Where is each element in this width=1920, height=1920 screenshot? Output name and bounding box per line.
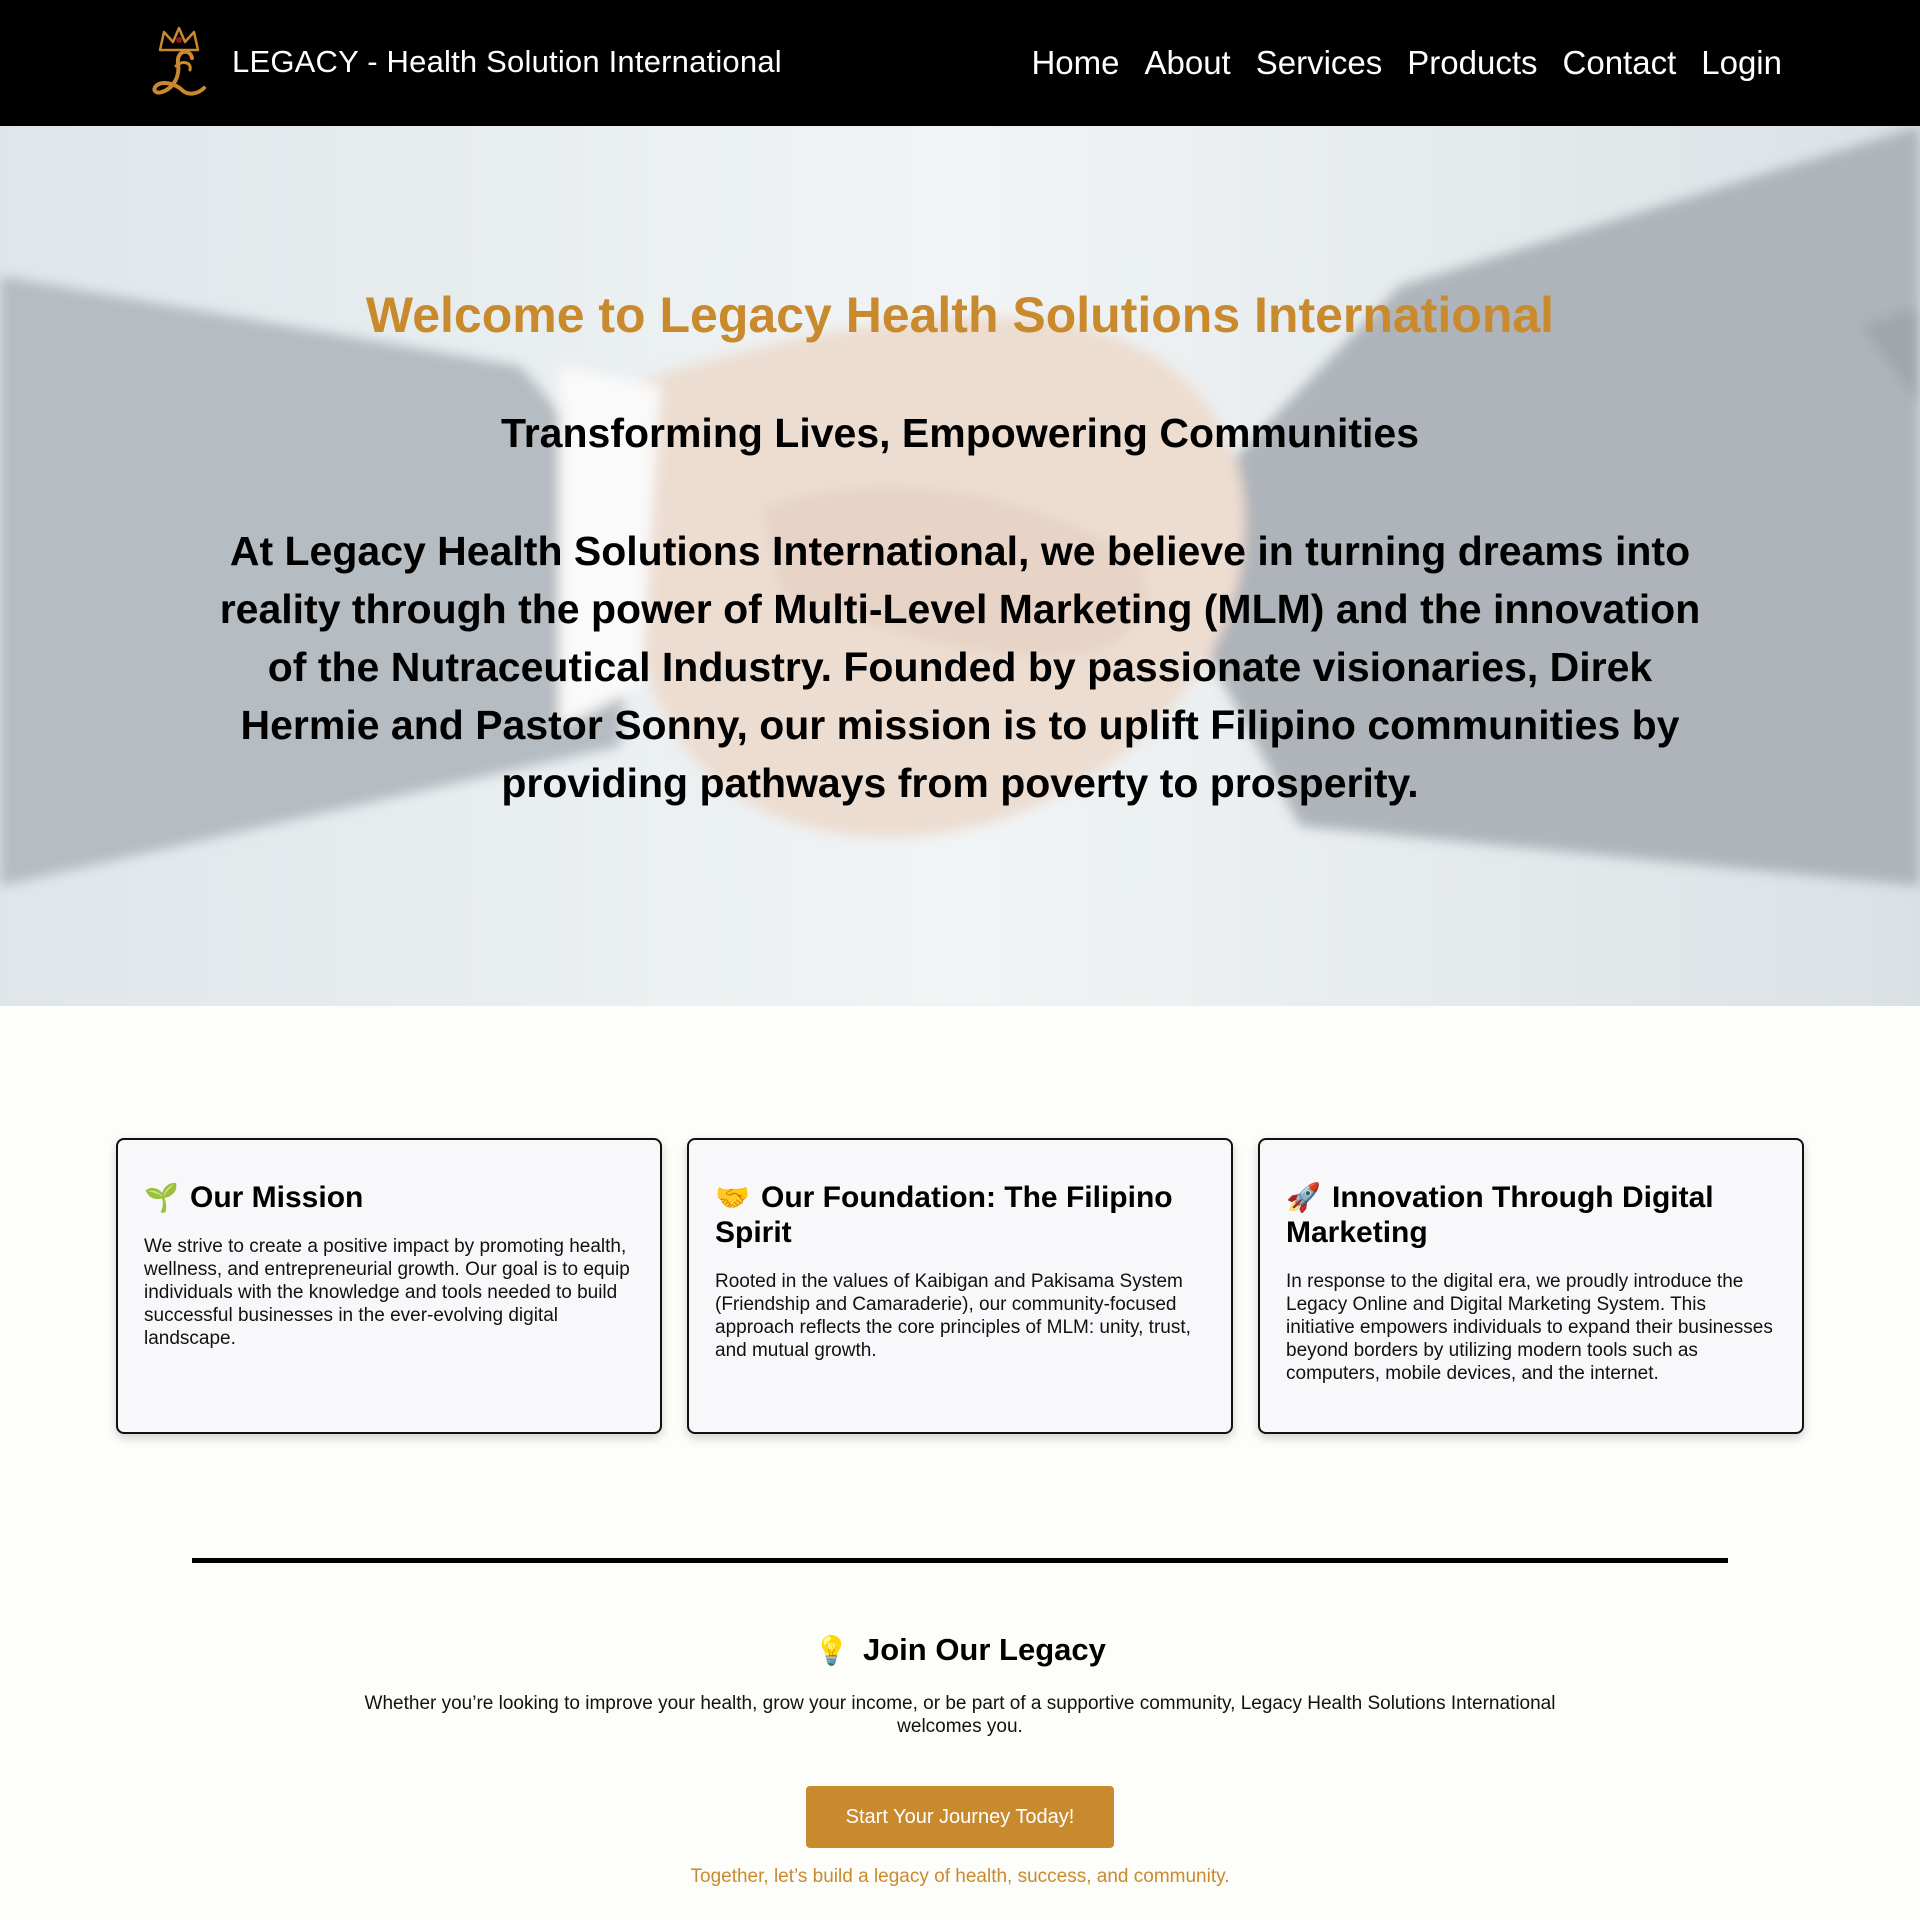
start-journey-button[interactable]: Start Your Journey Today! [806, 1786, 1114, 1848]
card-title: 🤝 Our Foundation: The Filipino Spirit [715, 1181, 1173, 1249]
lightbulb-icon: 💡 [814, 1635, 849, 1666]
nav-services[interactable]: Services [1256, 44, 1383, 82]
nav-login[interactable]: Login [1701, 44, 1782, 82]
hero-description: At Legacy Health Solutions International… [219, 528, 1701, 806]
card-our-foundation: 🤝 Our Foundation: The Filipino Spirit Roo… [687, 1138, 1233, 1434]
tagline: Together, let’s build a legacy of health… [690, 1866, 1230, 1887]
hero-subtitle: Transforming Lives, Empowering Communiti… [500, 410, 1420, 456]
nav-contact[interactable]: Contact [1563, 44, 1677, 82]
card-text: Rooted in the values of Kaibigan and Pak… [715, 1271, 1191, 1361]
card-our-mission: 🌱 Our Mission We strive to create a posit… [116, 1138, 662, 1434]
hero-section: Welcome to Legacy Health Solutions Inter… [0, 126, 1920, 1006]
join-description: Whether you’re looking to improve your h… [364, 1693, 1556, 1737]
card-title: 🚀 Innovation Through Digital Marketing [1286, 1181, 1714, 1249]
feature-cards: 🌱 Our Mission We strive to create a posit… [116, 1138, 1804, 1434]
join-title: 💡 Join Our Legacy [814, 1632, 1106, 1667]
brand[interactable]: LEGACY - Health Solution International [146, 16, 782, 108]
handshake-icon: 🤝 [715, 1182, 750, 1213]
hero-content: Welcome to Legacy Health Solutions Inter… [0, 126, 1920, 1006]
card-text: In response to the digital era, we proud… [1286, 1271, 1773, 1384]
section-divider [192, 1558, 1728, 1563]
card-title: 🌱 Our Mission [144, 1181, 364, 1214]
legacy-logo-icon [152, 26, 206, 96]
card-innovation: 🚀 Innovation Through Digital Marketing In… [1258, 1138, 1804, 1434]
main-nav: Home About Services Products Contact Log… [1006, 0, 1782, 126]
nav-products[interactable]: Products [1407, 44, 1537, 82]
seedling-icon: 🌱 [144, 1182, 179, 1213]
nav-home[interactable]: Home [1031, 44, 1119, 82]
hero-title: Welcome to Legacy Health Solutions Inter… [365, 287, 1555, 343]
nav-about[interactable]: About [1144, 44, 1230, 82]
card-text: We strive to create a positive impact by… [144, 1236, 630, 1349]
site-header: LEGACY - Health Solution International H… [0, 0, 1920, 126]
rocket-icon: 🚀 [1286, 1182, 1321, 1213]
brand-name: LEGACY - Health Solution International [232, 44, 782, 79]
